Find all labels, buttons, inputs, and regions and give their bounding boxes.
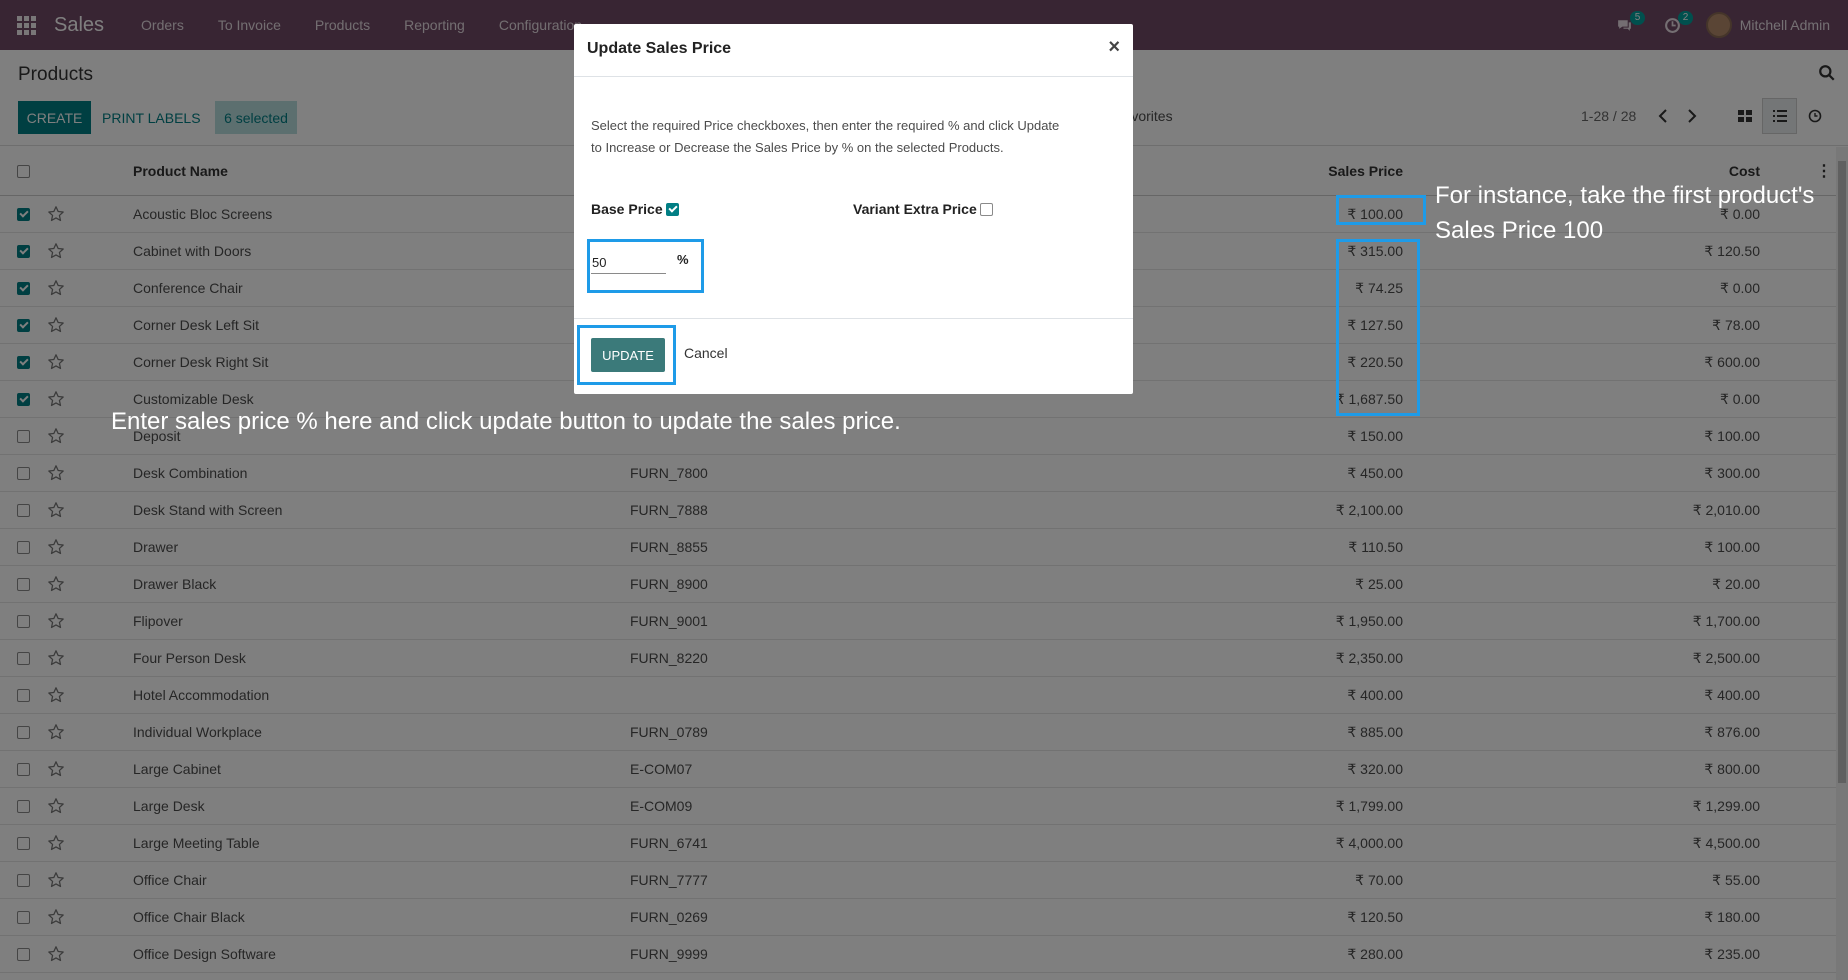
dialog-header: Update Sales Price × bbox=[574, 24, 1133, 77]
close-icon[interactable]: × bbox=[1108, 36, 1120, 59]
variant-extra-price-checkbox[interactable] bbox=[980, 203, 993, 216]
price-annotation-text: For instance, take the first product's S… bbox=[1435, 182, 1815, 244]
highlight-percent-input bbox=[587, 239, 704, 293]
update-annotation-text: Enter sales price % here and click updat… bbox=[111, 408, 901, 435]
dialog-title: Update Sales Price bbox=[587, 40, 732, 57]
base-price-label: Base Price bbox=[591, 201, 663, 217]
highlight-first-price bbox=[1336, 195, 1426, 225]
dialog-description: Select the required Price checkboxes, th… bbox=[591, 118, 1060, 155]
highlight-selected-prices bbox=[1336, 239, 1420, 416]
variant-extra-price-label: Variant Extra Price bbox=[853, 201, 977, 217]
base-price-checkbox[interactable] bbox=[666, 203, 679, 216]
highlight-update-button bbox=[577, 325, 676, 385]
cancel-button[interactable]: Cancel bbox=[684, 345, 728, 361]
